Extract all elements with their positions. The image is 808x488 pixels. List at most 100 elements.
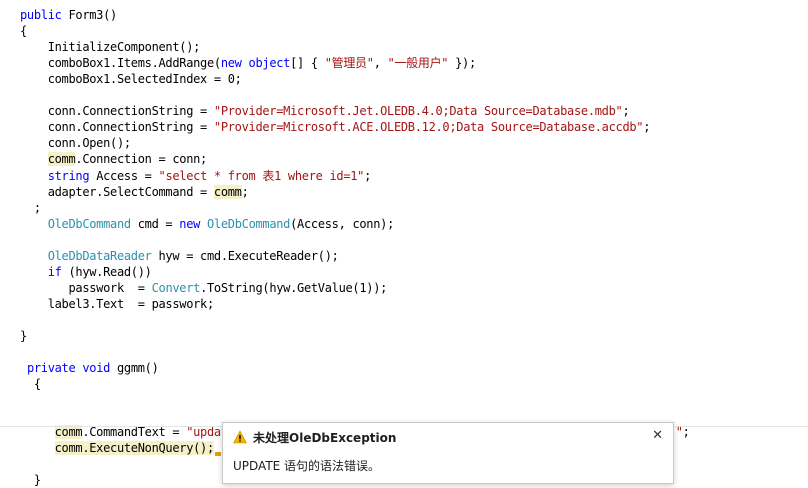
- code-token: conn.Open();: [47, 136, 131, 151]
- code-token: ggmm(): [110, 361, 159, 376]
- code-line: passwork = Convert.ToString(hyw.GetValue…: [20, 280, 387, 296]
- code-token: Form3(): [61, 8, 117, 22]
- code-token: ;: [622, 104, 630, 119]
- code-token: .ToString(hyw.GetValue(1));: [200, 280, 388, 295]
- code-token: adapter.SelectCommand =: [47, 184, 214, 199]
- code-line: ;: [20, 200, 41, 216]
- warning-icon: [233, 430, 247, 444]
- code-line: comboBox1.Items.AddRange(new object[] { …: [20, 55, 476, 71]
- error-squiggle: [214, 452, 221, 457]
- code-token: comm: [213, 184, 242, 199]
- code-token: {: [20, 24, 27, 39]
- code-line: conn.ConnectionString = "Provider=Micros…: [20, 103, 630, 119]
- code-token: comboBox1.Items.AddRange(: [47, 56, 221, 71]
- code-line: conn.ConnectionString = "Provider=Micros…: [20, 119, 651, 135]
- code-token: conn.ConnectionString =: [47, 120, 214, 135]
- code-token: (hyw.Read()): [61, 264, 152, 279]
- code-token: ;: [33, 200, 41, 215]
- code-line: adapter.SelectCommand = comm;: [20, 184, 249, 200]
- code-line: comm.ExecuteNonQuery();: [20, 440, 221, 457]
- code-token: (Access, conn);: [290, 216, 394, 231]
- code-line: {: [20, 376, 41, 392]
- code-line: if (hyw.Read()): [20, 264, 152, 280]
- exception-popup: 未处理OleDbException ✕ UPDATE 语句的语法错误。: [222, 422, 674, 484]
- code-token: "一般用户": [387, 56, 449, 71]
- code-line: public Form3(): [20, 7, 117, 23]
- code-token: comm.ExecuteNonQuery();: [54, 441, 214, 456]
- code-token: comm: [54, 425, 83, 440]
- code-line: OleDbCommand cmd = new OleDbCommand(Acce…: [20, 216, 395, 232]
- code-token: Access =: [89, 168, 159, 183]
- code-token: ,: [373, 56, 388, 71]
- code-token: [] {: [290, 56, 325, 71]
- code-token: public: [20, 8, 62, 22]
- code-token: ;: [364, 168, 372, 183]
- code-token: void: [82, 361, 111, 376]
- code-token: "Provider=Microsoft.Jet.OLEDB.4.0;Data S…: [213, 104, 623, 119]
- code-token: object: [248, 56, 291, 71]
- code-token: hyw = cmd.ExecuteReader();: [151, 248, 339, 263]
- code-line: {: [20, 23, 27, 39]
- exception-title: 未处理OleDbException: [253, 431, 397, 445]
- code-token: comboBox1.SelectedIndex = 0;: [47, 72, 242, 87]
- code-token: "Provider=Microsoft.ACE.OLEDB.12.0;Data …: [213, 120, 644, 135]
- code-token: }: [20, 329, 27, 343]
- code-editor[interactable]: public Form3(){ InitializeComponent(); c…: [0, 0, 808, 487]
- exception-message: UPDATE 语句的语法错误。: [233, 459, 381, 473]
- code-token: InitializeComponent();: [47, 40, 201, 55]
- code-line: }: [20, 472, 41, 488]
- code-line: comm.Connection = conn;: [20, 151, 207, 167]
- code-token: comm: [47, 152, 76, 167]
- code-token: ;: [643, 120, 651, 135]
- code-token: private: [26, 361, 76, 376]
- code-line: comboBox1.SelectedIndex = 0;: [20, 71, 242, 87]
- code-token: new: [220, 56, 242, 71]
- code-token: "管理员": [324, 56, 374, 71]
- code-line: private void ggmm(): [20, 360, 159, 376]
- code-token: if: [47, 264, 62, 279]
- code-line: }: [20, 328, 27, 344]
- code-token: ;: [682, 425, 690, 440]
- code-line: conn.Open();: [20, 135, 131, 151]
- exception-popup-header: 未处理OleDbException ✕: [223, 423, 673, 451]
- code-token: "select * from 表1 where id=1": [158, 168, 365, 183]
- code-line: OleDbDataReader hyw = cmd.ExecuteReader(…: [20, 248, 339, 264]
- code-token: new: [179, 216, 201, 231]
- code-token: conn.ConnectionString =: [47, 104, 214, 119]
- code-token: OleDbCommand: [47, 216, 131, 231]
- code-token: Convert: [151, 280, 201, 295]
- code-token: .CommandText =: [82, 425, 187, 440]
- code-line: string Access = "select * from 表1 where …: [20, 168, 372, 184]
- code-token: }: [33, 473, 41, 488]
- code-token: });: [448, 56, 476, 71]
- close-icon[interactable]: ✕: [652, 428, 663, 444]
- code-token: OleDbDataReader: [47, 248, 152, 263]
- code-line: InitializeComponent();: [20, 39, 201, 55]
- code-token: .Connection = conn;: [75, 152, 207, 167]
- code-token: {: [33, 377, 41, 392]
- code-line: label3.Text = passwork;: [20, 296, 215, 312]
- code-token: ;: [241, 184, 249, 199]
